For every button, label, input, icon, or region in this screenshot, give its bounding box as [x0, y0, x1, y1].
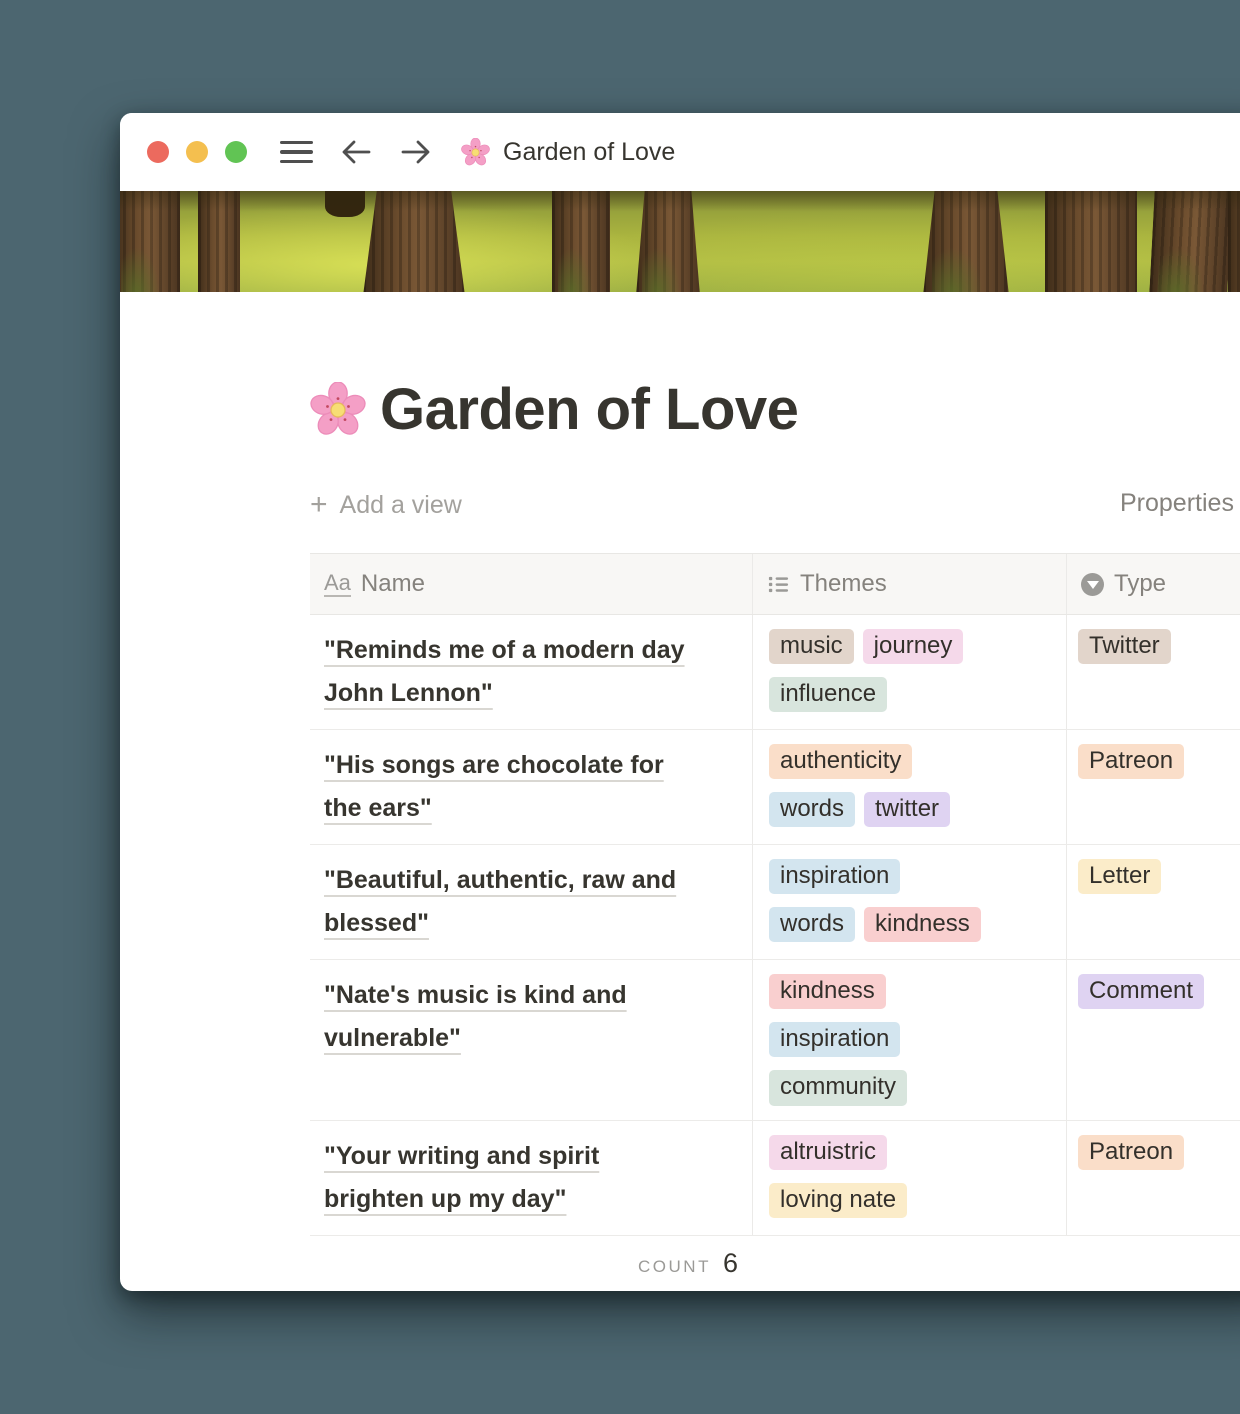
type-tag[interactable]: Comment	[1078, 974, 1204, 1009]
type-cell[interactable]: Patreon	[1066, 730, 1240, 844]
minimize-window-button[interactable]	[186, 141, 208, 163]
table-row: "Reminds me of a modern day John Lennon"…	[310, 615, 1240, 730]
name-cell[interactable]: "Your writing and spirit brighten up my …	[310, 1121, 752, 1235]
window-titlebar: Garden of Love	[120, 113, 1240, 191]
page-header: Garden of Love	[310, 376, 1240, 443]
properties-button[interactable]: Properties	[1120, 489, 1234, 518]
name-cell[interactable]: "Reminds me of a modern day John Lennon"	[310, 615, 752, 729]
titlebar-title: Garden of Love	[503, 138, 675, 167]
count-label: COUNT	[638, 1257, 711, 1276]
table-header: Aa Name Themes Type	[310, 553, 1240, 615]
forward-arrow-icon[interactable]	[399, 138, 433, 166]
tree-trunk	[636, 191, 700, 292]
column-header-themes[interactable]: Themes	[752, 554, 1066, 614]
count-value: 6	[723, 1248, 738, 1278]
tree-trunk	[552, 191, 610, 292]
column-label: Themes	[800, 570, 887, 598]
theme-tag[interactable]: altruistric	[769, 1135, 887, 1170]
table-row: "Beautiful, authentic, raw and blessed" …	[310, 845, 1240, 960]
themes-cell[interactable]: music journey influence	[752, 615, 1066, 729]
type-tag[interactable]: Patreon	[1078, 744, 1184, 779]
close-window-button[interactable]	[147, 141, 169, 163]
tree-trunk	[198, 191, 240, 292]
table-row: "Your writing and spirit brighten up my …	[310, 1121, 1240, 1236]
view-toolbar: + Add a view Properties	[310, 485, 1240, 525]
select-icon	[1081, 573, 1104, 596]
theme-tag[interactable]: music	[769, 629, 854, 664]
column-label: Type	[1114, 570, 1166, 598]
name-cell[interactable]: "His songs are chocolate for the ears"	[310, 730, 752, 844]
title-icon: Aa	[324, 571, 351, 597]
back-arrow-icon[interactable]	[339, 138, 373, 166]
row-title[interactable]: "Your writing and spirit brighten up my …	[324, 1142, 599, 1213]
table-row: "Nate's music is kind and vulnerable" ki…	[310, 960, 1240, 1121]
cover-image[interactable]	[120, 191, 1240, 292]
theme-tag[interactable]: inspiration	[769, 859, 900, 894]
type-tag[interactable]: Patreon	[1078, 1135, 1184, 1170]
table-row: "His songs are chocolate for the ears" a…	[310, 730, 1240, 845]
page-flower-icon[interactable]	[310, 382, 366, 438]
theme-tag[interactable]: influence	[769, 677, 887, 712]
theme-tag[interactable]: words	[769, 907, 855, 942]
add-view-button[interactable]: + Add a view	[310, 490, 462, 520]
row-title[interactable]: "His songs are chocolate for the ears"	[324, 751, 664, 822]
theme-tag[interactable]: words	[769, 792, 855, 827]
tree-trunk	[120, 191, 180, 292]
tree-trunk	[1149, 191, 1233, 292]
table-footer[interactable]: COUNT 6	[310, 1236, 752, 1279]
theme-tag[interactable]: kindness	[769, 974, 886, 1009]
themes-cell[interactable]: authenticity words twitter	[752, 730, 1066, 844]
type-tag[interactable]: Letter	[1078, 859, 1161, 894]
list-icon	[767, 573, 790, 596]
themes-cell[interactable]: kindness inspiration community	[752, 960, 1066, 1120]
tree-trunk	[325, 191, 365, 217]
name-cell[interactable]: "Beautiful, authentic, raw and blessed"	[310, 845, 752, 959]
tree-trunk	[923, 191, 1009, 292]
notion-window: Garden of Love Garden of Love + Add a vi…	[120, 113, 1240, 1291]
traffic-lights	[147, 141, 247, 163]
name-cell[interactable]: "Nate's music is kind and vulnerable"	[310, 960, 752, 1120]
theme-tag[interactable]: twitter	[864, 792, 950, 827]
tree-trunk	[1045, 191, 1137, 292]
plus-icon: +	[310, 490, 328, 520]
themes-cell[interactable]: inspiration words kindness	[752, 845, 1066, 959]
type-cell[interactable]: Letter	[1066, 845, 1240, 959]
type-tag[interactable]: Twitter	[1078, 629, 1171, 664]
add-view-label: Add a view	[340, 491, 462, 520]
column-label: Name	[361, 570, 425, 598]
theme-tag[interactable]: journey	[863, 629, 964, 664]
row-title[interactable]: "Reminds me of a modern day John Lennon"	[324, 636, 685, 707]
tree-trunk	[1228, 191, 1240, 292]
type-cell[interactable]: Patreon	[1066, 1121, 1240, 1235]
column-header-name[interactable]: Aa Name	[310, 554, 752, 614]
column-header-type[interactable]: Type	[1066, 554, 1240, 614]
type-cell[interactable]: Comment	[1066, 960, 1240, 1120]
theme-tag[interactable]: community	[769, 1070, 907, 1105]
database-table: Aa Name Themes Type	[310, 553, 1240, 1279]
sidebar-menu-icon[interactable]	[280, 141, 313, 164]
page-title: Garden of Love	[380, 376, 798, 443]
zoom-window-button[interactable]	[225, 141, 247, 163]
theme-tag[interactable]: inspiration	[769, 1022, 900, 1057]
flower-emoji-icon	[461, 138, 490, 167]
theme-tag[interactable]: kindness	[864, 907, 981, 942]
tree-trunk	[363, 191, 465, 292]
theme-tag[interactable]: loving nate	[769, 1183, 907, 1218]
row-title[interactable]: "Beautiful, authentic, raw and blessed"	[324, 866, 676, 937]
themes-cell[interactable]: altruistric loving nate	[752, 1121, 1066, 1235]
row-title[interactable]: "Nate's music is kind and vulnerable"	[324, 981, 627, 1052]
theme-tag[interactable]: authenticity	[769, 744, 912, 779]
type-cell[interactable]: Twitter	[1066, 615, 1240, 729]
